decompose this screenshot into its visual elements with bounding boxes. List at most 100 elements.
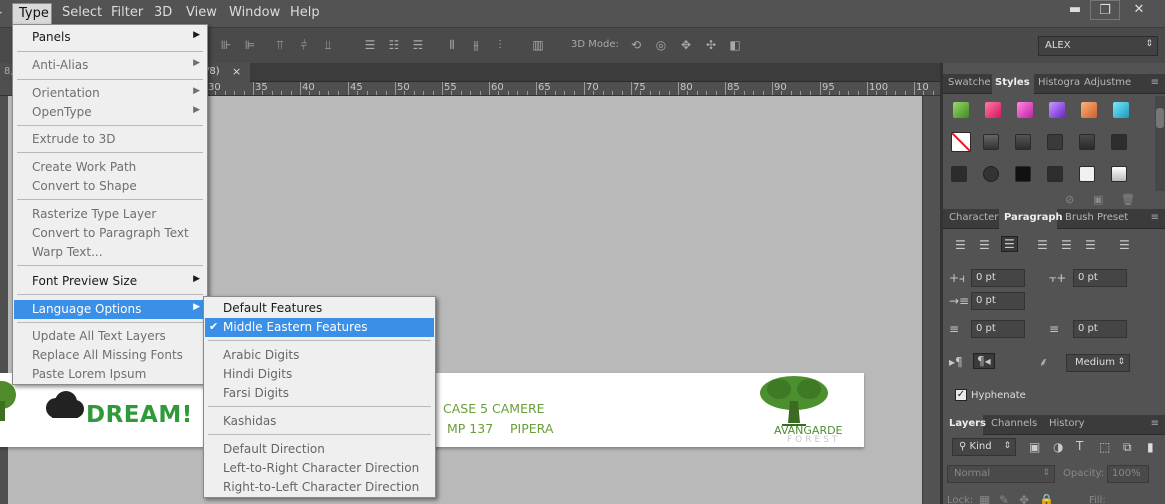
menu-overflow-arrow[interactable]: ▸: [0, 5, 3, 20]
distribute-top-icon[interactable]: ☰: [362, 37, 378, 53]
style-swatch[interactable]: [1111, 134, 1127, 150]
font-family-select[interactable]: ALEX ⇕: [1038, 36, 1158, 56]
tab-history[interactable]: History: [1049, 418, 1085, 429]
align-center-text-icon[interactable]: ☰: [979, 238, 990, 252]
submenu-item-default-direction[interactable]: Default Direction: [205, 440, 434, 459]
lock-transparency-icon[interactable]: ▦: [979, 493, 990, 504]
submenu-item-arabic-digits[interactable]: Arabic Digits: [205, 346, 434, 365]
menu-item-warp-text[interactable]: Warp Text...: [14, 243, 206, 262]
submenu-item-default-features[interactable]: Default Features: [205, 299, 434, 318]
tab-character[interactable]: Character: [949, 212, 998, 223]
menu-item-language-options[interactable]: Language Options ▶: [14, 300, 206, 319]
lock-all-icon[interactable]: 🔒: [1039, 493, 1054, 504]
align-left-edges-icon[interactable]: ⊪: [218, 37, 234, 53]
submenu-item-farsi-digits[interactable]: Farsi Digits: [205, 384, 434, 403]
indent-first-line-field[interactable]: 0 pt: [971, 292, 1025, 310]
style-swatch[interactable]: [1017, 102, 1033, 118]
opacity-field[interactable]: 100%: [1107, 465, 1149, 483]
style-swatch[interactable]: [1049, 102, 1065, 118]
tab-paragraph[interactable]: Paragraph: [1004, 212, 1063, 223]
menu-item-panels[interactable]: Panels ▶: [14, 28, 206, 47]
align-right-edges-icon[interactable]: ⊫: [242, 37, 258, 53]
tab-layers[interactable]: Layers: [949, 418, 986, 429]
hyphenate-checkbox[interactable]: ✓: [955, 389, 967, 401]
tab-swatches[interactable]: Swatche: [948, 77, 991, 88]
tab-styles[interactable]: Styles: [995, 77, 1030, 88]
layer-filter-kind-select[interactable]: ⚲ Kind ⇕: [952, 438, 1016, 456]
menu-item-anti-alias[interactable]: Anti-Alias ▶: [14, 56, 206, 75]
menu-help[interactable]: Help: [290, 5, 320, 20]
rtl-paragraph-icon[interactable]: ¶◂: [973, 353, 995, 369]
menu-item-replace-missing-fonts[interactable]: Replace All Missing Fonts: [14, 346, 206, 365]
style-swatch[interactable]: [1047, 166, 1063, 182]
space-before-field[interactable]: 0 pt: [971, 320, 1025, 338]
menu-item-opentype[interactable]: OpenType ▶: [14, 103, 206, 122]
distribute-middle-icon[interactable]: ☷: [386, 37, 402, 53]
menu-item-rasterize[interactable]: Rasterize Type Layer: [14, 205, 206, 224]
style-swatch[interactable]: [985, 102, 1001, 118]
style-swatch[interactable]: [953, 102, 969, 118]
indent-right-field[interactable]: 0 pt: [1073, 269, 1127, 287]
submenu-item-ltr-direction[interactable]: Left-to-Right Character Direction: [205, 459, 434, 478]
menu-item-convert-paragraph[interactable]: Convert to Paragraph Text: [14, 224, 206, 243]
new-style-icon[interactable]: ▣: [1093, 193, 1103, 206]
submenu-item-rtl-direction[interactable]: Right-to-Left Character Direction: [205, 478, 434, 497]
filter-type-icon[interactable]: T: [1076, 439, 1083, 453]
indent-left-field[interactable]: 0 pt: [971, 269, 1025, 287]
style-swatch[interactable]: [1015, 134, 1031, 150]
submenu-item-hindi-digits[interactable]: Hindi Digits: [205, 365, 434, 384]
drag-3d-icon[interactable]: ✥: [678, 37, 694, 53]
style-swatch[interactable]: [951, 166, 967, 182]
submenu-item-middle-eastern-features[interactable]: ✔ Middle Eastern Features: [205, 318, 434, 337]
distribute-left-icon[interactable]: ⫴: [444, 37, 460, 53]
auto-align-icon[interactable]: ▥: [530, 37, 546, 53]
scale-3d-icon[interactable]: ◧: [727, 37, 743, 53]
justify-last-right-icon[interactable]: ☰: [1085, 238, 1096, 252]
style-swatch[interactable]: [983, 134, 999, 150]
menu-item-convert-shape[interactable]: Convert to Shape: [14, 177, 206, 196]
menu-item-update-all-text[interactable]: Update All Text Layers: [14, 327, 206, 346]
space-after-field[interactable]: 0 pt: [1073, 320, 1127, 338]
style-swatch[interactable]: [1113, 102, 1129, 118]
align-bottom-icon[interactable]: ⫫: [320, 37, 336, 53]
filter-toggle-icon[interactable]: ▮: [1147, 440, 1154, 454]
style-swatch[interactable]: [1047, 134, 1063, 150]
clear-style-icon[interactable]: ⊘: [1065, 193, 1074, 206]
menu-item-paste-lorem-ipsum[interactable]: Paste Lorem Ipsum: [14, 365, 206, 384]
delete-style-icon[interactable]: 🗑: [1121, 193, 1135, 206]
align-top-icon[interactable]: ⫪: [272, 37, 288, 53]
style-swatch[interactable]: [1015, 166, 1031, 182]
filter-adjustment-icon[interactable]: ◑: [1053, 440, 1063, 454]
menu-type[interactable]: Type: [12, 3, 52, 24]
no-style-swatch[interactable]: [951, 132, 971, 152]
menu-item-orientation[interactable]: Orientation ▶: [14, 84, 206, 103]
style-swatch[interactable]: [983, 166, 999, 182]
justification-select[interactable]: Medium ⇕: [1066, 354, 1130, 372]
close-window-button[interactable]: ✕: [1122, 0, 1156, 20]
lock-pixels-icon[interactable]: ✎: [999, 493, 1009, 504]
slide-3d-icon[interactable]: ✣: [703, 37, 719, 53]
align-left-text-icon[interactable]: ☰: [955, 238, 966, 252]
justify-last-center-icon[interactable]: ☰: [1061, 238, 1072, 252]
restore-button[interactable]: ❐: [1090, 0, 1120, 20]
tab-adjustments[interactable]: Adjustme: [1084, 77, 1131, 88]
distribute-right-icon[interactable]: ⫶: [492, 37, 508, 53]
close-document-tab-icon[interactable]: ×: [232, 65, 241, 78]
rotate-3d-icon[interactable]: ⟲: [628, 37, 644, 53]
menu-view[interactable]: View: [186, 5, 217, 20]
lock-position-icon[interactable]: ✥: [1019, 493, 1029, 504]
style-swatch[interactable]: [1079, 134, 1095, 150]
justify-all-icon[interactable]: ☰: [1119, 238, 1130, 252]
canvas-vertical-scrollbar[interactable]: [922, 96, 940, 504]
style-swatch[interactable]: [1111, 166, 1127, 182]
filter-pixel-icon[interactable]: ▣: [1029, 440, 1040, 454]
distribute-bottom-icon[interactable]: ☴: [410, 37, 426, 53]
distribute-center-icon[interactable]: ⫵: [468, 37, 484, 53]
menu-select[interactable]: Select: [62, 5, 102, 20]
tab-brush-presets[interactable]: Brush Preset: [1065, 212, 1128, 223]
tab-channels[interactable]: Channels: [991, 418, 1037, 429]
tab-histogram[interactable]: Histogra: [1038, 77, 1080, 88]
menu-item-extrude-3d[interactable]: Extrude to 3D: [14, 130, 206, 149]
style-swatch[interactable]: [1079, 166, 1095, 182]
menu-item-font-preview-size[interactable]: Font Preview Size ▶: [14, 272, 206, 291]
